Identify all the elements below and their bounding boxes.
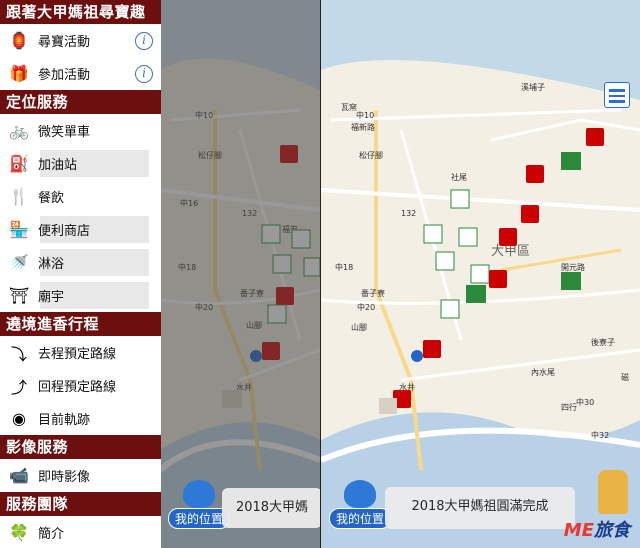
menu-item-label: 微笑單車	[38, 125, 91, 140]
svg-text:松仔腳: 松仔腳	[359, 150, 383, 160]
info-leaf-icon: 🍀	[9, 523, 29, 542]
menu-item-label: 目前軌跡	[38, 413, 91, 428]
left-screen: 中10松仔腳 中16132 中18中20 番子寮山腳 水井福安 我的	[0, 0, 320, 548]
svg-text:中30: 中30	[576, 397, 594, 407]
menu-item-track[interactable]: ◉ 目前軌跡	[0, 402, 161, 435]
menu-item-store[interactable]: 🏪 便利商店	[0, 213, 161, 246]
section-title-video: 影像服務	[0, 435, 161, 459]
menu-item-label: 加油站	[38, 158, 78, 173]
toast-message: 2018大甲媽	[222, 488, 320, 528]
toast-message: 2018大甲媽祖圓滿完成	[385, 487, 575, 529]
brand-part-a: ME	[563, 520, 594, 541]
svg-text:溪埔子: 溪埔子	[521, 82, 545, 92]
menu-item-label: 參加活動	[38, 68, 91, 83]
track-icon: ◉	[12, 409, 26, 428]
menu-item-temple[interactable]: ⛩ 廟宇	[0, 279, 161, 312]
menu-item-label: 餐飲	[38, 191, 65, 206]
hamburger-line	[609, 100, 625, 103]
menu-item-live-video[interactable]: 📹 即時影像	[0, 459, 161, 492]
hamburger-line	[609, 89, 625, 92]
person-icon	[344, 480, 376, 508]
info-icon[interactable]: i	[135, 64, 153, 83]
right-screen: 瓦窯 福新路 溪埔子 社尾 中10 松仔腳 132 中18 番子寮 中20 山腳 水井 大甲…	[321, 0, 640, 548]
svg-text:中18: 中18	[335, 262, 353, 272]
menu-item-gas[interactable]: ⛽ 加油站	[0, 147, 161, 180]
svg-text:內水尾: 內水尾	[531, 367, 555, 377]
camera-icon: 📹	[9, 466, 29, 485]
svg-text:中32: 中32	[591, 430, 609, 440]
menu-item-label: 簡介	[38, 527, 65, 542]
gas-pump-icon: ⛽	[9, 154, 29, 173]
menu-toggle-button[interactable]	[604, 82, 630, 108]
fork-knife-icon: 🍴	[9, 187, 29, 206]
menu-item-shower[interactable]: 🚿 淋浴	[0, 246, 161, 279]
temple-figure-icon: 🏮	[9, 31, 29, 50]
svg-text:番子寮: 番子寮	[361, 288, 385, 298]
svg-text:磁: 磁	[621, 372, 629, 382]
menu-item-label: 便利商店	[38, 224, 91, 239]
menu-item-intro[interactable]: 🍀 簡介	[0, 516, 161, 548]
info-icon[interactable]: i	[135, 31, 153, 50]
menu-item-join-activity[interactable]: 🎁 參加活動 i	[0, 57, 161, 90]
side-menu: 跟著大甲媽祖尋寶趣 🏮 尋寶活動 i 🎁 參加活動 i 定位服務 🚲 微笑單車 …	[0, 0, 161, 548]
map-view[interactable]: 瓦窯 福新路 溪埔子 社尾 中10 松仔腳 132 中18 番子寮 中20 山腳 水井 大甲…	[321, 0, 640, 548]
menu-item-label: 淋浴	[38, 257, 65, 272]
menu-item-label: 尋寶活動	[38, 35, 91, 50]
shower-icon: 🚿	[9, 253, 29, 272]
svg-text:中10: 中10	[356, 110, 374, 120]
mascot-icon	[598, 470, 628, 514]
bicycle-icon: 🚲	[9, 121, 29, 140]
svg-text:後寮子: 後寮子	[591, 337, 615, 347]
menu-item-label: 廟宇	[38, 290, 65, 305]
section-title-treasure: 跟著大甲媽祖尋寶趣	[0, 0, 161, 24]
hamburger-line	[609, 94, 625, 97]
menu-item-label: 回程預定路線	[38, 380, 117, 395]
menu-item-food[interactable]: 🍴 餐飲	[0, 180, 161, 213]
menu-item-label: 即時影像	[38, 470, 91, 485]
store-24h-icon: 🏪	[9, 220, 29, 239]
svg-text:瓦窯: 瓦窯	[341, 102, 357, 112]
menu-item-label: 去程預定路線	[38, 347, 117, 362]
brand-logo: ME旅食	[564, 516, 630, 542]
route-up-icon: ⤴	[10, 377, 27, 397]
my-location-button[interactable]: 我的位置	[329, 480, 392, 529]
gift-icon: 🎁	[9, 64, 29, 83]
person-icon	[183, 480, 215, 508]
brand-part-b: 旅食	[594, 520, 630, 541]
section-title-team: 服務團隊	[0, 492, 161, 516]
route-down-icon: ⤵	[10, 344, 27, 364]
menu-item-route-back[interactable]: ⤴ 回程預定路線	[0, 369, 161, 402]
menu-item-bike[interactable]: 🚲 微笑單車	[0, 114, 161, 147]
svg-text:132: 132	[401, 209, 416, 218]
section-title-pilgrimage: 遶境進香行程	[0, 312, 161, 336]
svg-text:大甲區: 大甲區	[491, 244, 530, 259]
svg-text:中20: 中20	[357, 302, 375, 312]
menu-item-treasure-hunt[interactable]: 🏮 尋寶活動 i	[0, 24, 161, 57]
temple-icon: ⛩	[8, 286, 30, 305]
menu-item-route-out[interactable]: ⤵ 去程預定路線	[0, 336, 161, 369]
svg-text:山腳: 山腳	[351, 322, 367, 332]
section-title-location: 定位服務	[0, 90, 161, 114]
svg-text:福新路: 福新路	[351, 122, 375, 132]
my-location-button[interactable]: 我的位置	[168, 480, 231, 529]
svg-text:社尾: 社尾	[451, 172, 467, 182]
svg-text:開元路: 開元路	[561, 262, 585, 272]
svg-text:四行: 四行	[561, 402, 577, 412]
map-graphic: 瓦窯福新路 溪埔子社尾 中10松仔腳 132中18 番子寮中20 山腳水井 大甲…	[321, 0, 640, 548]
